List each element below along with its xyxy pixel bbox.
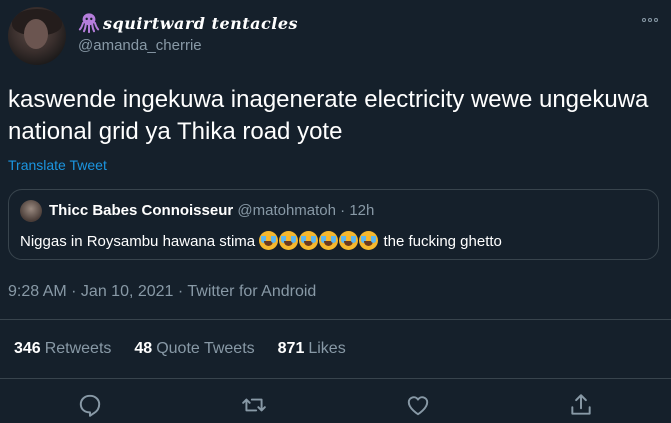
tweet-text: kaswende ingekuwa inagenerate electricit… <box>8 86 649 145</box>
more-dot <box>654 18 658 22</box>
display-name-text: squirtward tentacles <box>103 13 299 33</box>
emoji-row <box>259 231 379 250</box>
share-icon[interactable] <box>568 392 594 418</box>
divider <box>0 319 671 320</box>
face-with-tears-of-joy-emoji <box>299 231 319 250</box>
tweet-timestamp[interactable]: 9:28 AM · Jan 10, 2021 · Twitter for And… <box>8 283 316 301</box>
author-avatar[interactable] <box>8 7 66 65</box>
retweets-label: Retweets <box>44 340 112 357</box>
author-handle[interactable]: @amanda_cherrie <box>78 37 202 54</box>
more-dot <box>642 18 646 22</box>
quoted-text-before: Niggas in Roysambu hawana stima <box>20 233 256 250</box>
quoted-author-handle-time: @matohmatoh · 12h <box>237 202 375 219</box>
quote-tweets-label: Quote Tweets <box>156 340 255 357</box>
author-display-name[interactable]: squirtward tentacles <box>78 12 298 34</box>
tweet-stats: 346 Retweets 48 Quote Tweets 871 Likes <box>14 340 346 358</box>
divider <box>0 378 671 379</box>
more-options-icon[interactable] <box>639 12 661 28</box>
translate-tweet-link[interactable]: Translate Tweet <box>8 157 107 173</box>
quoted-text-after: the fucking ghetto <box>383 233 502 250</box>
quoted-tweet-card[interactable]: Thicc Babes Connoisseur @matohmatoh · 12… <box>8 189 659 260</box>
quoted-tweet-text: Niggas in Roysambu hawana stima the fuck… <box>20 231 502 250</box>
quote-tweets-count: 48 <box>134 340 153 357</box>
octopus-icon <box>78 13 100 34</box>
likes-count: 871 <box>277 340 305 357</box>
quoted-tweet-header: Thicc Babes Connoisseur @matohmatoh · 12… <box>49 202 374 219</box>
like-icon[interactable] <box>405 392 431 418</box>
tweet-actions-bar <box>0 392 671 420</box>
face-with-tears-of-joy-emoji <box>279 231 299 250</box>
face-with-tears-of-joy-emoji <box>359 231 379 250</box>
likes-stat[interactable]: 871 Likes <box>278 340 346 358</box>
reply-icon[interactable] <box>77 392 103 418</box>
quoted-author-name: Thicc Babes Connoisseur <box>49 202 234 219</box>
quoted-author-avatar <box>20 200 42 222</box>
more-dot <box>648 18 652 22</box>
retweets-count: 346 <box>14 340 41 357</box>
face-with-tears-of-joy-emoji <box>319 231 339 250</box>
retweets-stat[interactable]: 346 Retweets <box>14 340 111 358</box>
avatar-face <box>24 19 48 49</box>
likes-label: Likes <box>308 340 346 357</box>
quote-tweets-stat[interactable]: 48 Quote Tweets <box>134 340 254 358</box>
face-with-tears-of-joy-emoji <box>259 231 279 250</box>
retweet-icon[interactable] <box>241 392 267 418</box>
face-with-tears-of-joy-emoji <box>339 231 359 250</box>
